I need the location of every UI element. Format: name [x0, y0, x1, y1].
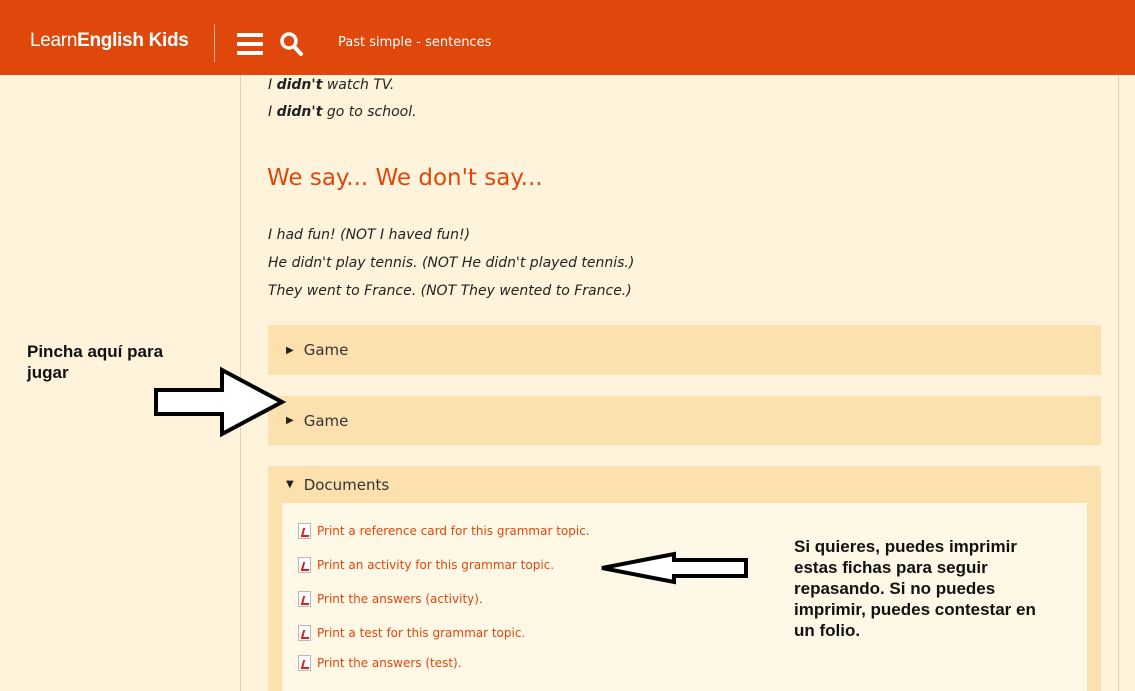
menu-icon[interactable] — [237, 33, 263, 55]
annotation-right: Si quieres, puedes imprimir estas fichas… — [794, 537, 1036, 640]
pdf-icon — [298, 625, 311, 641]
example-line: They went to France. (NOT They wented to… — [268, 283, 632, 299]
arrow-left-outline — [601, 551, 748, 585]
brand-prefix: Learn — [30, 30, 78, 51]
example-line: I didn't watch TV. — [268, 77, 395, 93]
accordion-label: Game — [303, 341, 349, 359]
accordion-label: Documents — [303, 475, 390, 494]
pdf-icon — [298, 655, 311, 671]
document-link[interactable]: Print a reference card for this grammar … — [298, 523, 590, 539]
pdf-icon — [298, 523, 311, 539]
section-title: We say... We don't say... — [267, 165, 543, 191]
document-link[interactable]: Print an activity for this grammar topic… — [298, 557, 554, 573]
brand-main: English Kids — [77, 30, 189, 51]
accordion-game-1[interactable]: ▶ Game — [268, 325, 1101, 375]
accordion-label: Game — [303, 411, 349, 430]
top-bar: LearnEnglish Kids Past simple - sentence… — [0, 0, 1135, 75]
document-link[interactable]: Print a test for this grammar topic. — [298, 625, 525, 641]
search-icon[interactable] — [279, 31, 303, 57]
document-link[interactable]: Print the answers (activity). — [298, 591, 483, 607]
document-link[interactable]: Print the answers (test). — [298, 655, 462, 671]
triangle-down-icon: ▼ — [286, 479, 294, 490]
example-line: I had fun! (NOT I haved fun!) — [268, 227, 471, 243]
annotation-left: Pincha aquí para jugar — [27, 342, 164, 382]
header-divider — [214, 24, 215, 62]
arrow-right-outline — [154, 366, 287, 438]
accordion-game-2[interactable]: ▶ Game — [268, 396, 1101, 445]
triangle-right-icon: ▶ — [286, 344, 294, 356]
pdf-icon — [298, 591, 311, 607]
pdf-icon — [298, 557, 311, 573]
example-line: He didn't play tennis. (NOT He didn't pl… — [268, 255, 635, 271]
page-name: Past simple - sentences — [338, 35, 492, 50]
right-column — [1118, 75, 1135, 691]
example-line: I didn't go to school. — [268, 104, 417, 120]
brand-logo[interactable]: LearnEnglish Kids — [30, 30, 189, 52]
